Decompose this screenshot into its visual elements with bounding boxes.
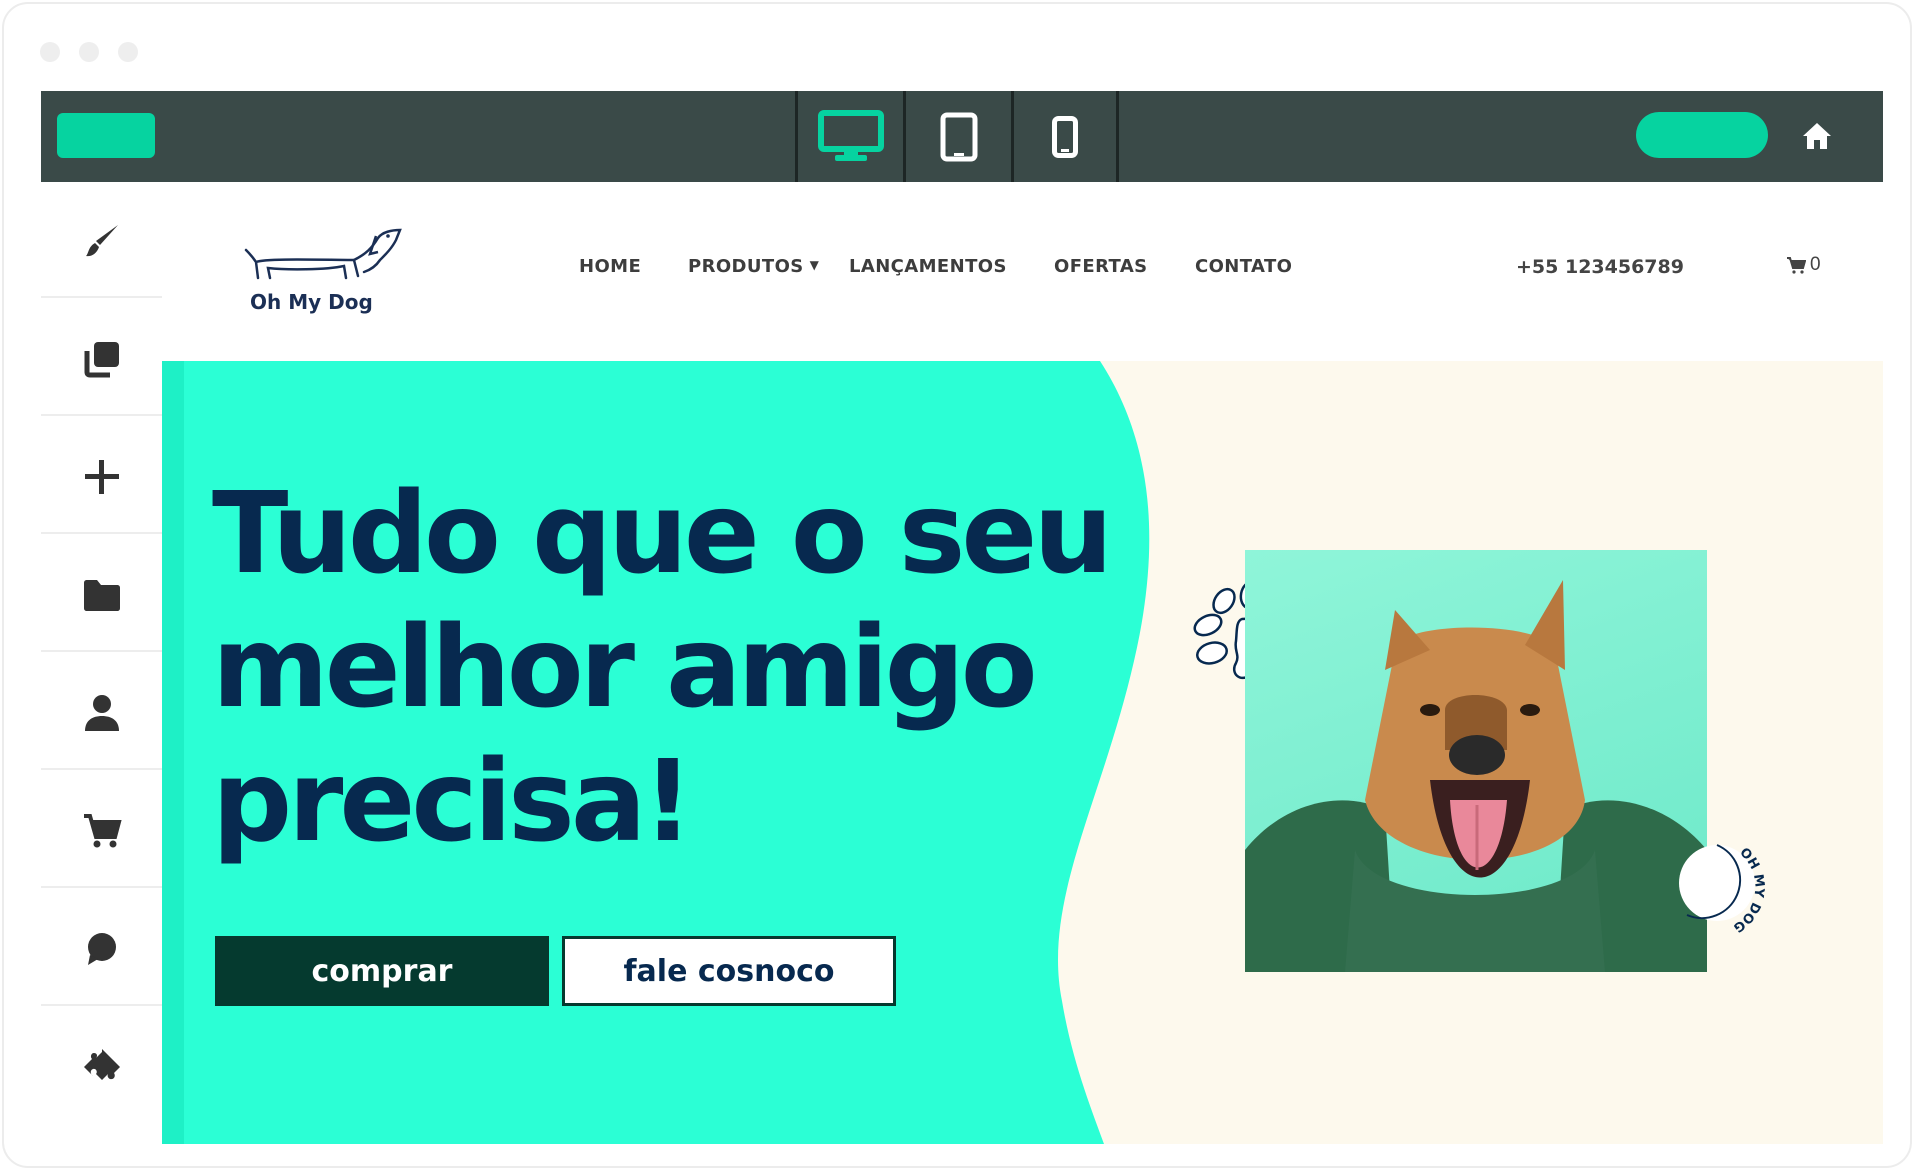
folder-icon — [83, 580, 120, 611]
brush-icon — [85, 225, 118, 257]
site-header: Oh My Dog HOME PRODUTOS ▼ LANÇAMENTOS OFE… — [162, 182, 1883, 361]
hero-headline-line: precisa! — [212, 737, 693, 867]
add-icon — [84, 460, 119, 494]
nav-home[interactable]: HOME — [579, 256, 641, 277]
chevron-down-icon: ▼ — [809, 258, 820, 272]
tablet-icon — [940, 112, 977, 161]
hero-dog-photo — [1245, 550, 1707, 972]
nav-contato[interactable]: CONTATO — [1195, 256, 1292, 277]
chat-icon — [87, 933, 116, 965]
editor-toolbar — [41, 91, 1883, 182]
mobile-icon — [1052, 115, 1078, 158]
editor-primary-button[interactable] — [57, 113, 155, 158]
home-button[interactable] — [1799, 116, 1835, 156]
nav-produtos[interactable]: PRODUTOS ▼ — [688, 256, 819, 277]
desktop-view-button[interactable] — [795, 91, 903, 182]
logo-text: Oh My Dog — [250, 290, 373, 314]
puzzle-icon — [83, 1049, 120, 1080]
cart-icon — [1787, 257, 1806, 274]
nav-lancamentos[interactable]: LANÇAMENTOS — [849, 256, 1007, 277]
site-preview: Oh My Dog HOME PRODUTOS ▼ LANÇAMENTOS OFE… — [162, 182, 1883, 1144]
phone-number[interactable]: +55 123456789 — [1516, 256, 1684, 278]
editor-sidebar — [41, 182, 162, 1144]
pages-icon — [84, 342, 119, 378]
sidebar-item-chat[interactable] — [41, 890, 162, 1008]
hero-section: Tudo que o seu melhor amigo precisa! com… — [162, 361, 1883, 1144]
sidebar-divider — [41, 1004, 162, 1006]
tablet-view-button[interactable] — [903, 91, 1011, 182]
cart-count: 0 — [1810, 254, 1821, 275]
window-dot — [118, 42, 138, 62]
oh-my-dog-badge: OH MY DOG — [1679, 844, 1767, 935]
nav-produtos-label: PRODUTOS — [688, 256, 804, 277]
buy-button[interactable]: comprar — [215, 936, 549, 1006]
sidebar-divider — [41, 768, 162, 770]
dachshund-logo-icon — [244, 228, 402, 280]
hero-headline-line: Tudo que o seu — [212, 469, 1113, 599]
sidebar-item-add[interactable] — [41, 418, 162, 536]
header-cart[interactable]: 0 — [1786, 254, 1821, 276]
user-icon — [84, 695, 119, 731]
sidebar-item-store[interactable] — [41, 772, 162, 890]
sidebar-item-plugins[interactable] — [41, 1008, 162, 1126]
window-dot — [40, 42, 60, 62]
sidebar-divider — [41, 532, 162, 534]
device-switcher — [795, 91, 1119, 182]
mobile-view-button[interactable] — [1011, 91, 1119, 182]
sidebar-item-files[interactable] — [41, 536, 162, 654]
sidebar-divider — [41, 296, 162, 298]
contact-button[interactable]: fale cosnoco — [562, 936, 896, 1006]
sidebar-divider — [41, 414, 162, 416]
hero-headline-line: melhor amigo — [212, 603, 1038, 733]
cart-icon — [83, 814, 122, 848]
sidebar-item-pages[interactable] — [41, 300, 162, 418]
nav-ofertas[interactable]: OFERTAS — [1054, 256, 1148, 277]
sidebar-item-design[interactable] — [41, 182, 162, 300]
sidebar-item-account[interactable] — [41, 654, 162, 772]
hero-headline: Tudo que o seu melhor amigo precisa! — [212, 467, 1113, 869]
desktop-icon — [817, 109, 884, 161]
home-icon — [1803, 123, 1831, 149]
window-dot — [79, 42, 99, 62]
sidebar-divider — [41, 886, 162, 888]
dog-illustration — [1245, 580, 1707, 972]
editor-publish-button[interactable] — [1636, 112, 1768, 158]
sidebar-divider — [41, 650, 162, 652]
